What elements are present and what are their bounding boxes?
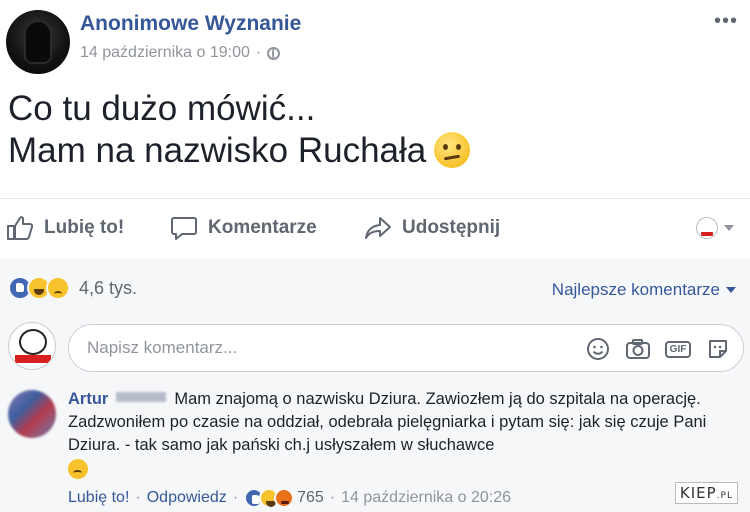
sad-face-icon: [68, 459, 88, 479]
commenter-name[interactable]: Artur: [68, 390, 108, 408]
commenter-avatar[interactable]: [8, 390, 56, 438]
profile-avatar: [696, 217, 718, 239]
comment-button[interactable]: Komentarze: [170, 215, 317, 241]
reactions-summary[interactable]: 4,6 tys.: [8, 276, 137, 300]
angry-reaction-icon: [274, 488, 295, 508]
comments-section: 4,6 tys. Najlepsze komentarze Napisz kom…: [0, 258, 750, 512]
reactions-count: 4,6 tys.: [79, 277, 138, 298]
speech-bubble-icon: [171, 217, 197, 240]
post-meta: 14 października o 19:00 ·: [80, 44, 281, 62]
sad-reaction-icon: [46, 276, 70, 300]
comment-input-placeholder: Napisz komentarz...: [87, 338, 238, 357]
divider: [0, 198, 750, 199]
thumbs-up-icon: [7, 216, 34, 240]
comment-button-label: Komentarze: [208, 217, 317, 238]
post-action-bar: Lubię to! Komentarze Udostępnij: [0, 205, 750, 251]
user-avatar: [8, 322, 56, 370]
page-name[interactable]: Anonimowe Wyznanie: [80, 12, 301, 36]
comments-sort-dropdown[interactable]: Najlepsze komentarze: [552, 280, 736, 300]
comments-sort-label: Najlepsze komentarze: [551, 280, 720, 299]
blurred-surname: [116, 392, 167, 402]
comment-body: Artur Mam znajomą o nazwisku Dziura. Zawi…: [68, 388, 744, 479]
page-avatar[interactable]: [6, 10, 70, 74]
post-text-line-2: Mam na nazwisko Ruchała: [8, 131, 427, 170]
chevron-down-icon: [724, 225, 734, 231]
confused-face-icon: [434, 132, 471, 168]
post-header: Anonimowe Wyznanie 14 października o 19:…: [0, 0, 750, 80]
more-options-button[interactable]: •••: [714, 10, 738, 33]
like-button-label: Lubię to!: [44, 217, 125, 238]
camera-icon[interactable]: [625, 336, 651, 362]
post-text-line-1: Co tu dużo mówić...: [8, 89, 316, 128]
acting-as-selector[interactable]: [696, 217, 734, 239]
comment-footer: Lubię to! · Odpowiedz · 765 · 14 paździe…: [68, 488, 512, 508]
share-arrow-icon: [365, 217, 391, 239]
comment-reply-link[interactable]: Odpowiedz: [147, 489, 227, 507]
share-button[interactable]: Udostępnij: [364, 215, 500, 241]
post-timestamp[interactable]: 14 października o 19:00: [80, 44, 250, 62]
gif-icon[interactable]: GIF: [664, 336, 692, 362]
share-button-label: Udostępnij: [402, 217, 501, 238]
post-text: Co tu dużo mówić... Mam na nazwisko Ruch…: [8, 88, 471, 172]
comment-input[interactable]: Napisz komentarz... GIF: [68, 324, 744, 372]
comment-like-link[interactable]: Lubię to!: [68, 489, 129, 507]
sticker-icon[interactable]: [705, 336, 731, 362]
like-button[interactable]: Lubię to!: [6, 215, 124, 241]
composer-tools: GIF: [585, 336, 731, 362]
watermark-logo: KIEP.PL: [674, 482, 738, 504]
comment-reactions[interactable]: [244, 488, 295, 508]
globe-icon: [267, 46, 281, 60]
comment-timestamp[interactable]: 14 października o 20:26: [341, 489, 511, 507]
chevron-down-icon: [726, 287, 736, 293]
comment-reaction-count: 765: [297, 489, 324, 506]
emoji-icon[interactable]: [585, 336, 611, 362]
